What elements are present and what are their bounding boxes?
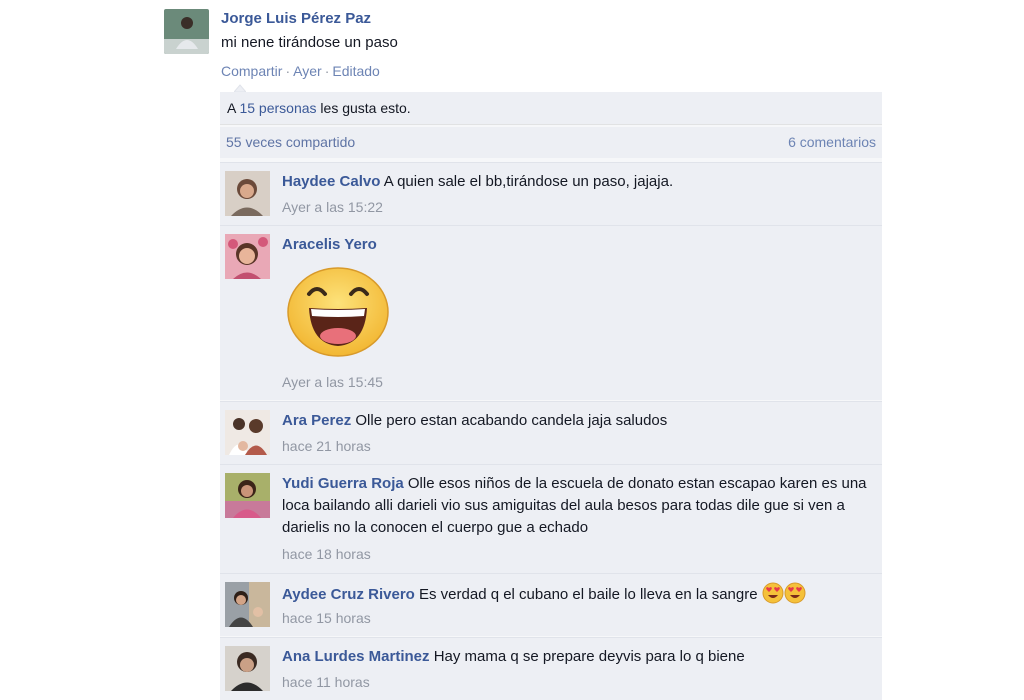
comment-avatar[interactable] [225,171,270,216]
post-author-avatar[interactable] [164,9,209,54]
laughing-face-sticker [287,267,389,357]
shares-summary: 55 veces compartido 6 comentarios [220,127,882,158]
comment-time[interactable]: hace 21 horas [282,438,371,454]
comment-body: Ara Perez Olle pero estan acabando cande… [282,410,872,432]
post-actions: Compartir · Ayer · Editado [221,63,380,79]
comment-body: Aracelis Yero [282,234,872,256]
comment-text: Olle pero estan acabando candela jaja sa… [355,412,668,429]
comment-author[interactable]: Yudi Guerra Roja [282,475,404,492]
comment-text: Hay mama q se prepare deyvis para lo q b… [433,648,745,665]
comment-body: Ana Lurdes Martinez Hay mama q se prepar… [282,646,872,668]
comment-text: Es verdad q el cubano el baile lo lleva … [419,586,758,603]
comment-body: Aydee Cruz Rivero Es verdad q el cubano … [282,582,872,606]
comment-time[interactable]: hace 18 horas [282,546,371,562]
likes-summary: A 15 personas les gusta esto. [220,92,882,125]
comment-author[interactable]: Aracelis Yero [282,236,377,253]
comment-author[interactable]: Haydee Calvo [282,173,380,190]
comment-avatar[interactable] [225,234,270,279]
heart-eyes-emoji [784,582,806,604]
comment-item: Yudi Guerra Roja Olle esos niños de la e… [220,464,882,575]
edited-link[interactable]: Editado [332,63,379,79]
comments-count-link[interactable]: 6 comentarios [788,127,876,158]
likes-prefix: A [227,100,240,116]
comment-time[interactable]: hace 11 horas [282,674,370,690]
comment-time[interactable]: Ayer a las 15:22 [282,199,383,215]
heart-eyes-emoji [762,582,784,604]
comment-avatar[interactable] [225,646,270,691]
panel-caret-icon [234,84,246,92]
comment-time[interactable]: hace 15 horas [282,610,371,626]
comment-avatar[interactable] [225,582,270,627]
post-text: mi nene tirándose un paso [221,34,398,51]
comment-avatar[interactable] [225,410,270,455]
comment-author[interactable]: Aydee Cruz Rivero [282,586,415,603]
comment-author[interactable]: Ara Perez [282,412,351,429]
likes-count-link[interactable]: 15 personas [239,100,316,116]
post-time-link[interactable]: Ayer [293,63,322,79]
feedback-panel: A 15 personas les gusta esto. 55 veces c… [220,92,882,700]
separator: · [285,63,291,79]
comment-item: Ana Lurdes Martinez Hay mama q se prepar… [220,637,882,700]
share-link[interactable]: Compartir [221,63,282,79]
comment-item: Aracelis Yero Ayer a las 15:45 [220,225,882,400]
likes-suffix: les gusta esto. [316,100,411,116]
separator: · [324,63,330,79]
post-author-name[interactable]: Jorge Luis Pérez Paz [221,10,371,27]
comment-avatar[interactable] [225,473,270,518]
comment-item: Haydee Calvo A quien sale el bb,tirándos… [220,162,882,225]
comment-item: Aydee Cruz Rivero Es verdad q el cubano … [220,573,882,636]
comment-item: Ara Perez Olle pero estan acabando cande… [220,401,882,464]
comment-time[interactable]: Ayer a las 15:45 [282,374,383,390]
comment-body: Haydee Calvo A quien sale el bb,tirándos… [282,171,872,193]
comment-text: A quien sale el bb,tirándose un paso, ja… [383,173,674,190]
shares-count-link[interactable]: 55 veces compartido [226,127,355,158]
comment-body: Yudi Guerra Roja Olle esos niños de la e… [282,473,872,539]
comment-author[interactable]: Ana Lurdes Martinez [282,648,430,665]
